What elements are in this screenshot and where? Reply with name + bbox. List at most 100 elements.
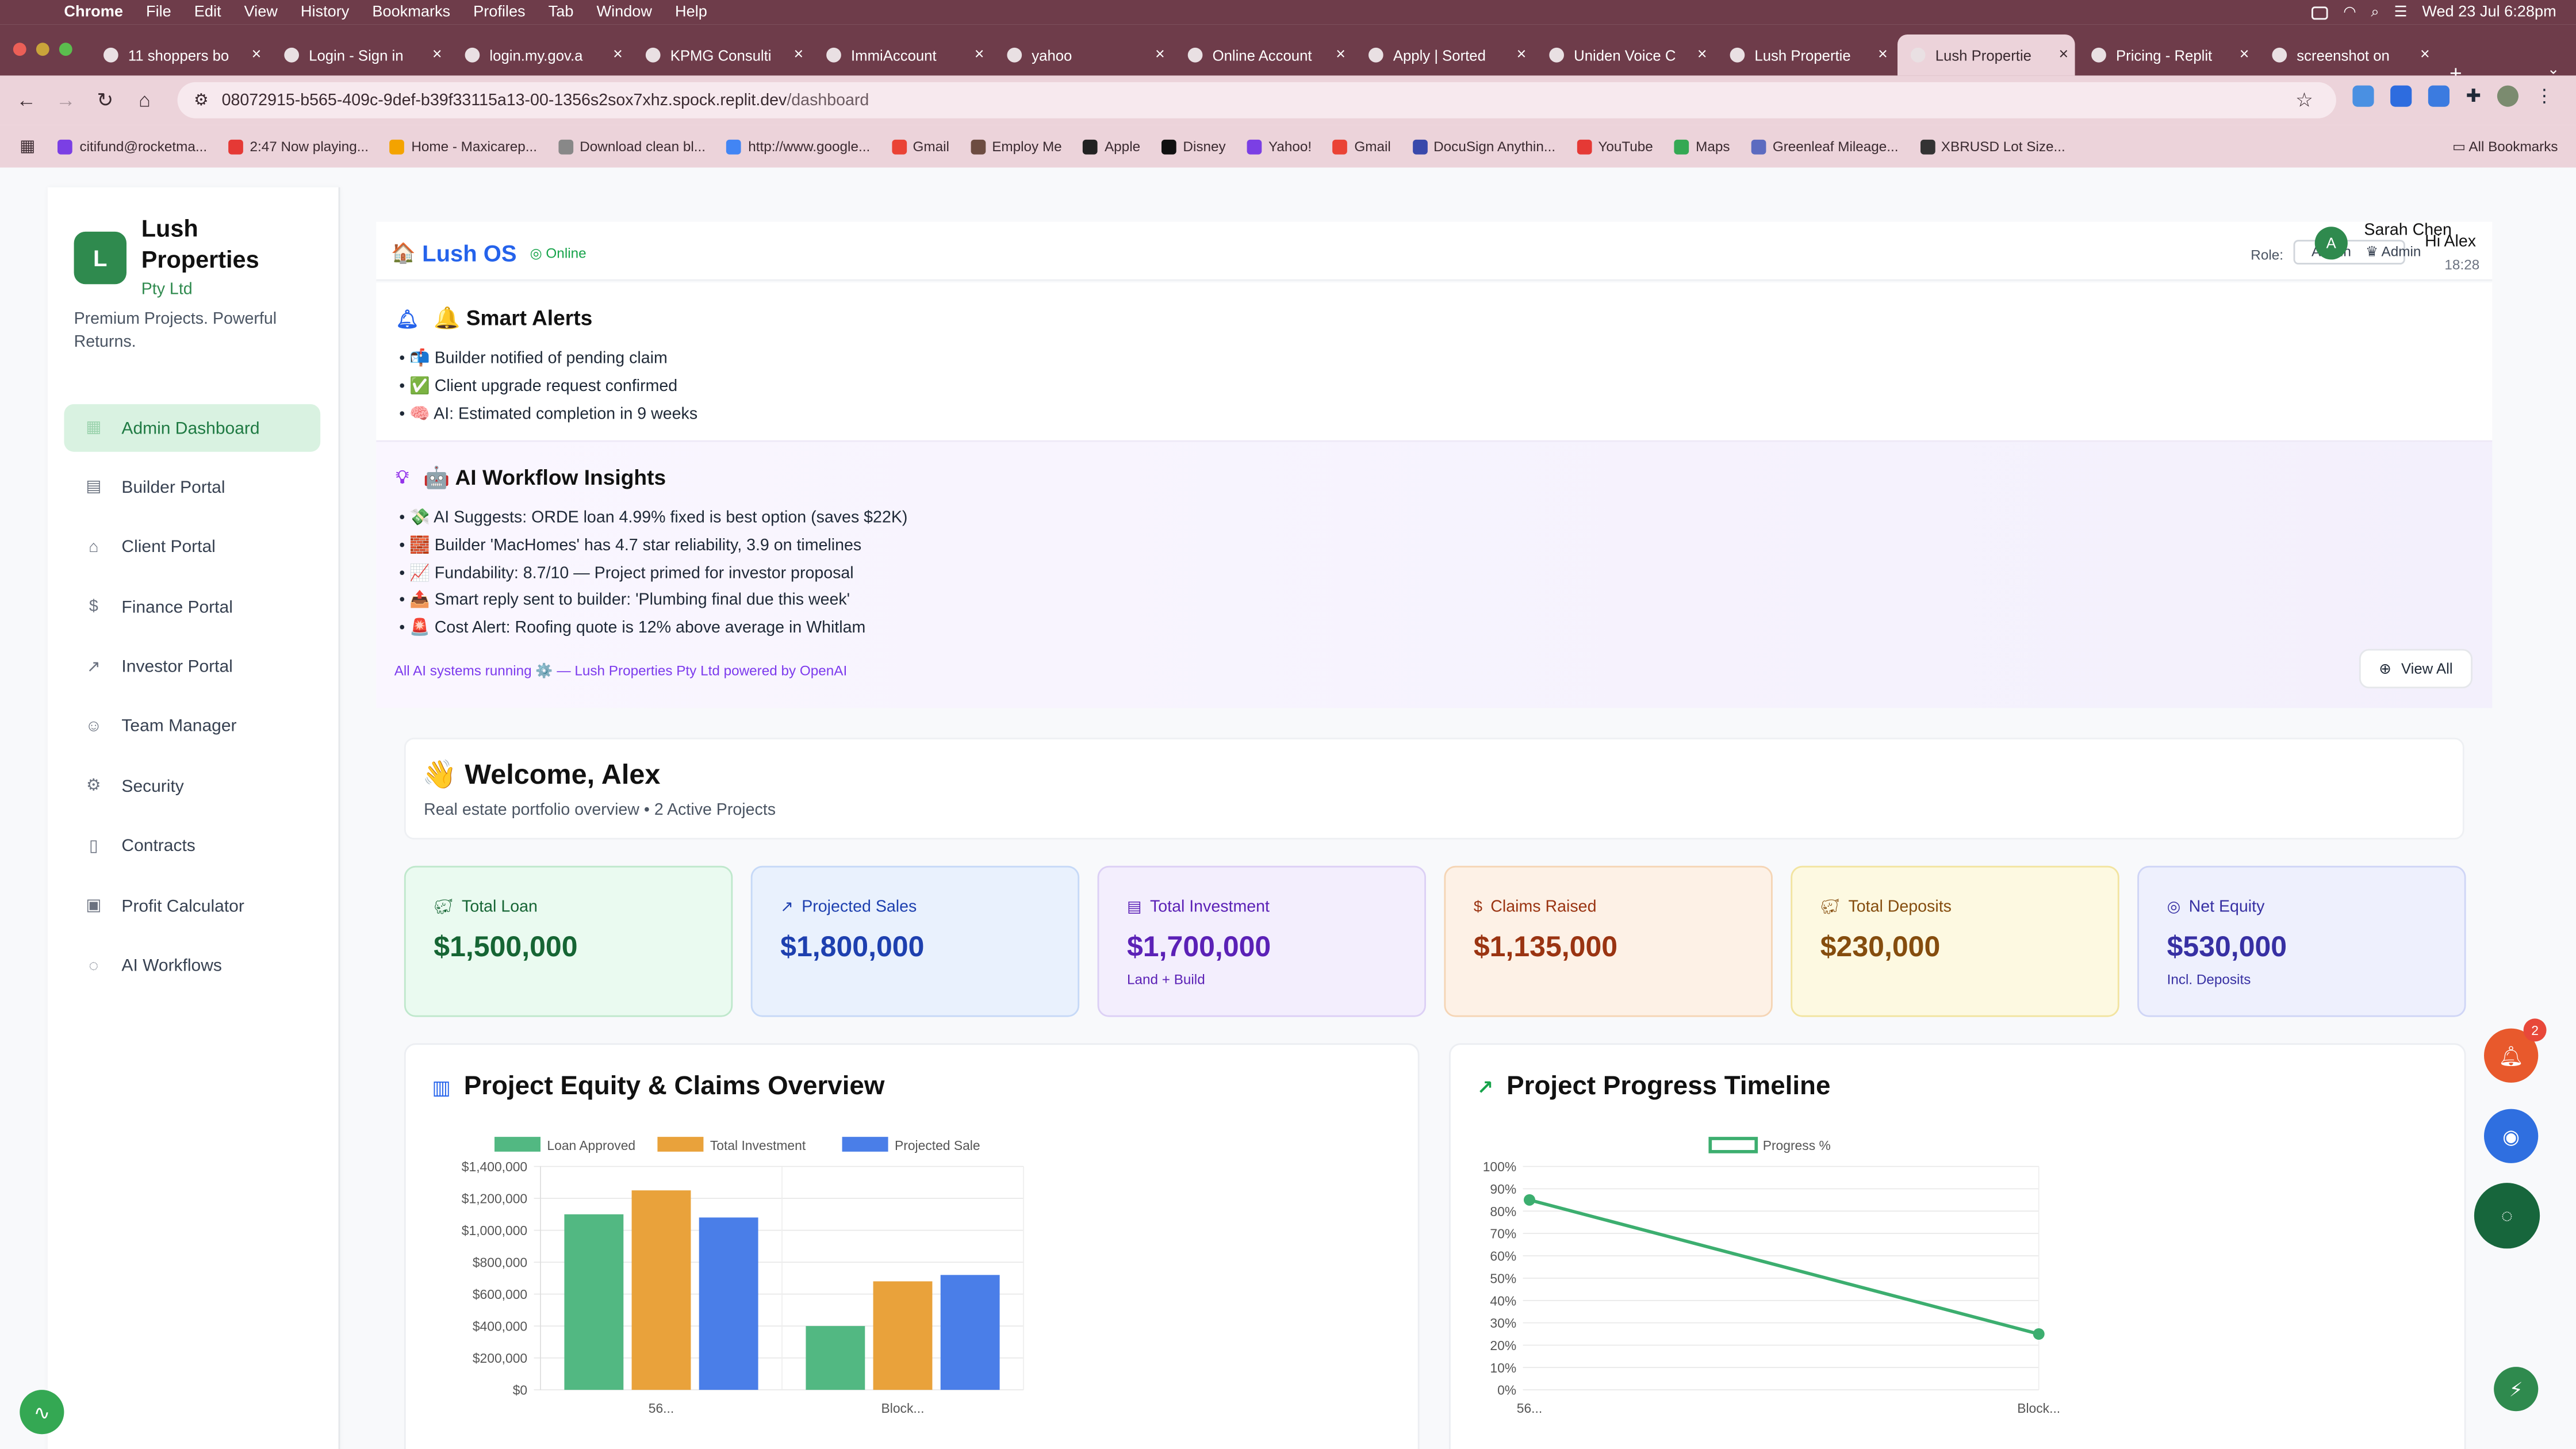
close-tab-icon[interactable]: × <box>432 46 442 64</box>
sidebar-item-team-manager[interactable]: ☺ Team Manager <box>64 703 320 751</box>
home-icon[interactable]: ⌂ <box>125 89 164 112</box>
zoom-extension-icon[interactable] <box>2390 85 2412 107</box>
legend-swatch[interactable] <box>494 1137 540 1152</box>
activity-button[interactable]: ∿ <box>20 1390 64 1435</box>
all-bookmarks[interactable]: ▭ All Bookmarks <box>2452 138 2558 156</box>
bar[interactable] <box>631 1190 691 1390</box>
profile-avatar[interactable] <box>2497 85 2519 107</box>
sidebar-item-ai-workflows[interactable]: ◌ AI Workflows <box>64 942 320 990</box>
sidebar-item-profit-calculator[interactable]: ▣ Profit Calculator <box>64 883 320 930</box>
bookmark-item[interactable]: Yahoo! <box>1247 138 1312 155</box>
bookmark-item[interactable]: Home - Maxicarep... <box>390 138 537 155</box>
sidebar-item-builder-portal[interactable]: ▤ Builder Portal <box>64 464 320 512</box>
kebab-menu-icon[interactable]: ⋮ <box>2535 86 2553 106</box>
close-tab-icon[interactable]: × <box>1336 46 1346 64</box>
menu-chrome[interactable]: Chrome <box>64 3 123 21</box>
bookmark-item[interactable]: 2:47 Now playing... <box>228 138 369 155</box>
close-tab-icon[interactable]: × <box>1517 46 1527 64</box>
legend-swatch[interactable] <box>657 1137 704 1152</box>
minimize-window-button[interactable] <box>36 43 49 56</box>
close-tab-icon[interactable]: × <box>613 46 623 64</box>
close-tab-icon[interactable]: × <box>2058 46 2068 64</box>
menu-tab[interactable]: Tab <box>549 3 574 21</box>
browser-tab[interactable]: Lush Propertie × <box>1897 34 2075 76</box>
sidebar-item-security[interactable]: ⚙ Security <box>64 763 320 811</box>
close-tab-icon[interactable]: × <box>1697 46 1707 64</box>
close-tab-icon[interactable]: × <box>1155 46 1165 64</box>
chat-button[interactable]: ◌ <box>2474 1183 2540 1249</box>
puzzle-icon[interactable]: ✚ <box>2466 86 2481 106</box>
apps-grid-icon[interactable]: ▦ <box>20 137 35 155</box>
data-point[interactable] <box>2033 1328 2045 1340</box>
bookmark-item[interactable]: citifund@rocketma... <box>58 138 207 155</box>
sidebar-item-admin-dashboard[interactable]: ▦ Admin Dashboard <box>64 404 321 452</box>
battery-icon[interactable] <box>2312 6 2329 19</box>
bookmark-item[interactable]: Apple <box>1083 138 1140 155</box>
close-tab-icon[interactable]: × <box>1878 46 1888 64</box>
close-tab-icon[interactable]: × <box>2240 46 2249 64</box>
bookmark-item[interactable]: http://www.google... <box>727 138 870 155</box>
menu-history[interactable]: History <box>301 3 349 21</box>
data-point[interactable] <box>1524 1194 1535 1206</box>
browser-tab[interactable]: ImmiAccount × <box>813 34 991 75</box>
close-tab-icon[interactable]: × <box>252 46 262 64</box>
extension-icon[interactable] <box>2352 85 2374 107</box>
menu-window[interactable]: Window <box>596 3 652 21</box>
sidebar-item-finance-portal[interactable]: $ Finance Portal <box>64 584 320 631</box>
legend-swatch[interactable] <box>842 1137 888 1152</box>
view-all-button[interactable]: ⊕ View All <box>2359 649 2472 689</box>
quick-action-button[interactable]: ⚡︎ <box>2494 1367 2539 1412</box>
browser-tab[interactable]: screenshot on × <box>2259 34 2437 75</box>
close-tab-icon[interactable]: × <box>2420 46 2430 64</box>
bookmark-item[interactable]: DocuSign Anythin... <box>1412 138 1555 155</box>
bar[interactable] <box>873 1281 933 1390</box>
close-tab-icon[interactable]: × <box>975 46 984 64</box>
menu-edit[interactable]: Edit <box>194 3 221 21</box>
bookmark-item[interactable]: Disney <box>1162 138 1226 155</box>
close-tab-icon[interactable]: × <box>793 46 803 64</box>
bookmark-star-icon[interactable]: ☆ <box>2295 89 2313 112</box>
menu-file[interactable]: File <box>146 3 171 21</box>
bookmark-item[interactable]: Gmail <box>891 138 949 155</box>
menu-profiles[interactable]: Profiles <box>473 3 526 21</box>
bar[interactable] <box>564 1214 624 1390</box>
browser-tab[interactable]: Lush Propertie × <box>1717 34 1895 75</box>
zoom-window-button[interactable] <box>59 43 72 56</box>
search-icon[interactable]: ⌕ <box>2371 3 2379 21</box>
menu-view[interactable]: View <box>244 3 278 21</box>
bookmark-item[interactable]: Gmail <box>1333 138 1391 155</box>
bookmark-item[interactable]: YouTube <box>1577 138 1653 155</box>
browser-tab[interactable]: 11 shoppers bo × <box>90 34 268 75</box>
user-avatar[interactable]: A <box>2314 227 2348 260</box>
bar[interactable] <box>806 1326 865 1390</box>
browser-tab[interactable]: Pricing - Replit × <box>2078 34 2256 75</box>
view-button[interactable]: ◉ <box>2484 1109 2539 1163</box>
bookmark-item[interactable]: Download clean bl... <box>558 138 706 155</box>
sidebar-item-contracts[interactable]: ▯ Contracts <box>64 823 320 871</box>
bookmark-item[interactable]: XBRUSD Lot Size... <box>1919 138 2065 155</box>
reload-icon[interactable]: ↻ <box>86 89 125 112</box>
browser-tab[interactable]: Apply | Sorted × <box>1355 34 1533 75</box>
back-icon[interactable]: ← <box>6 89 46 112</box>
browser-tab[interactable]: yahoo × <box>994 34 1172 75</box>
menu-bookmarks[interactable]: Bookmarks <box>372 3 450 21</box>
site-info-icon[interactable]: ⚙ <box>194 91 209 109</box>
bookmark-item[interactable]: Maps <box>1674 138 1730 155</box>
address-bar[interactable]: ⚙ 08072915-b565-409c-9def-b39f33115a13-0… <box>177 82 2336 118</box>
menu-help[interactable]: Help <box>675 3 707 21</box>
wifi-icon[interactable]: ◠ <box>2343 3 2356 21</box>
forward-icon[interactable]: → <box>46 89 86 112</box>
browser-tab[interactable]: KPMG Consulti × <box>632 34 810 75</box>
close-window-button[interactable] <box>13 43 26 56</box>
bookmark-item[interactable]: Greenleaf Mileage... <box>1751 138 1899 155</box>
bar[interactable] <box>699 1217 758 1390</box>
browser-tab[interactable]: Uniden Voice C × <box>1536 34 1713 75</box>
control-center-icon[interactable]: ☰ <box>2394 3 2408 21</box>
browser-tab[interactable]: login.my.gov.a × <box>452 34 630 75</box>
sidebar-item-investor-portal[interactable]: ↗ Investor Portal <box>64 643 320 691</box>
legend-swatch[interactable] <box>1708 1137 1758 1153</box>
bookmark-item[interactable]: Employ Me <box>971 138 1062 155</box>
bar[interactable] <box>940 1275 1000 1390</box>
browser-tab[interactable]: Login - Sign in × <box>271 34 448 75</box>
sidebar-item-client-portal[interactable]: ⌂ Client Portal <box>64 524 320 572</box>
